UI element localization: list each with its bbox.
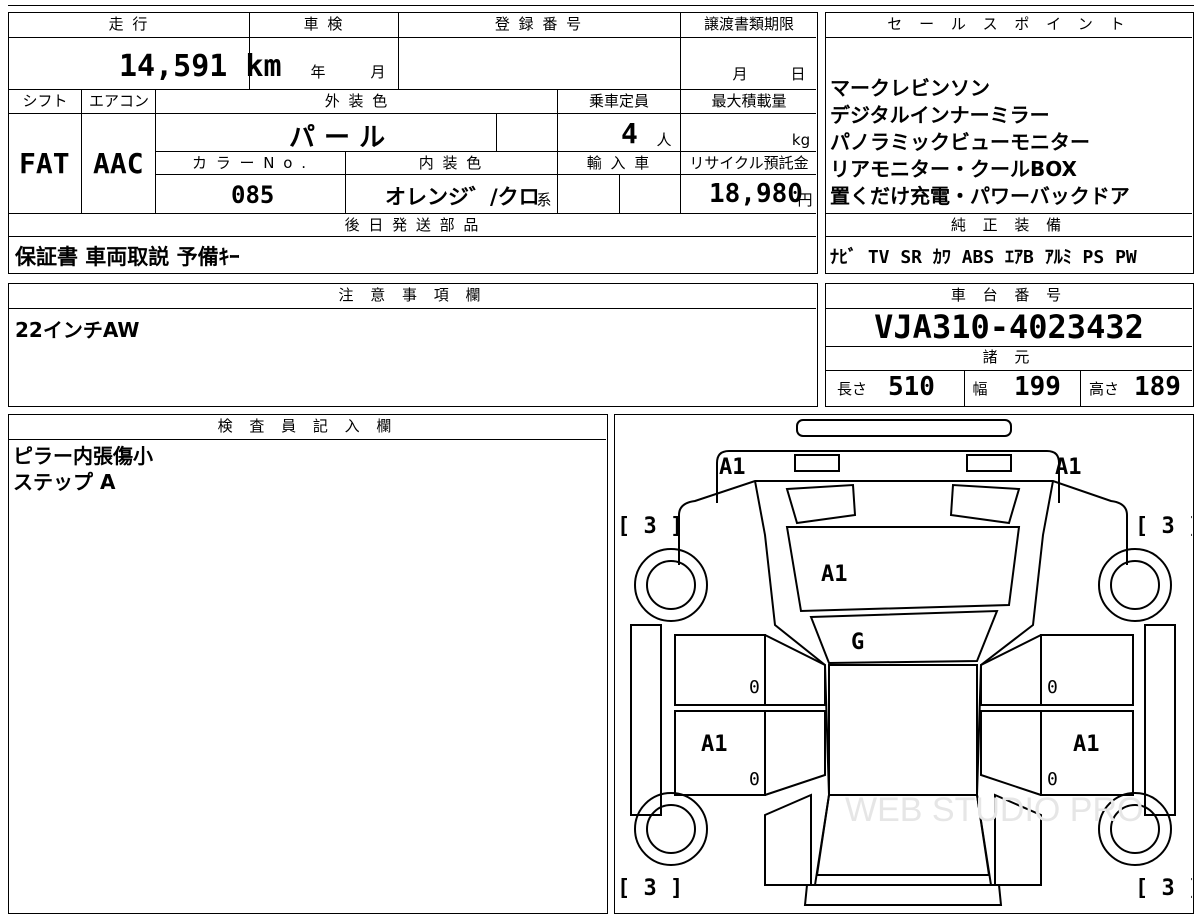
inspector-note-item: ステップ A [13,470,116,494]
recycle-value: 18,980 [709,179,803,209]
deadline-day: 日 [790,65,808,83]
bracket-top-right: [ 3 ] [1135,514,1192,539]
inspector-note-item: ピラー内張傷小 [13,444,153,468]
door-front-left-mark: 0 [749,677,760,698]
exterior-color-header: 外 装 色 [324,92,390,110]
capacity-unit: 人 [656,131,674,149]
door-front-right-mark: 0 [1047,677,1058,698]
notes-value: 22インチAW [15,318,140,342]
sales-point-item: パノラミックビューモニター [830,130,1090,154]
width-value: 199 [1014,372,1061,402]
sales-points-box: セ ー ル ス ポ イ ン ト マークレビンソンデジタルインナーミラーパノラミッ… [825,12,1194,274]
sales-point-item: デジタルインナーミラー [830,103,1050,127]
notes-box: 注 意 事 項 欄 22インチAW [8,283,818,407]
color-no-header: カ ラ ー N o . [191,154,308,172]
sales-point-item: 置くだけ充電・パワーバックドア [830,184,1130,208]
exterior-color-value: パ ー ル [289,123,386,153]
inspection-header: 車 検 [303,15,345,33]
front-right-mark: A1 [1055,455,1082,480]
windshield-mark: G [851,630,864,655]
max-load-header: 最大積載量 [711,92,787,110]
inspection-year: 年 [310,63,328,81]
width-label: 幅 [972,380,988,398]
interior-suffix: 系 [536,191,552,209]
inspector-box: 検 査 員 記 入 欄 ピラー内張傷小 ステップ A [8,414,608,914]
chassis-box: 車 台 番 号 VJA310-4023432 諸 元 長さ 510 幅 199 … [825,283,1194,407]
sales-point-item: リアモニター・クールBOX [830,157,1077,181]
sales-points-list: マークレビンソンデジタルインナーミラーパノラミックビューモニター リアモニター・ク… [830,75,1190,210]
inspector-notes: ピラー内張傷小 ステップ A [13,443,153,495]
color-no-value: 085 [231,181,275,209]
registration-header: 登 録 番 号 [494,15,584,33]
length-label: 長さ [836,380,867,398]
front-left-mark: A1 [719,455,746,480]
chassis-value: VJA310-4023432 [874,308,1144,346]
aircon-header: エアコン [88,92,149,110]
height-value: 189 [1134,372,1181,402]
sales-points-header: セ ー ル ス ポ イ ン ト [887,15,1131,33]
top-strip [8,0,1194,6]
height-label: 高さ [1088,380,1119,398]
inspection-month: 月 [370,63,388,81]
door-rear-right-label: A1 [1073,732,1100,757]
deadline-header: 譲渡書類期限 [703,15,794,33]
bracket-bottom-left: [ 3 ] [617,876,683,901]
interior-color-header: 内 装 色 [418,154,484,172]
genuine-equipment-header: 純 正 装 備 [950,216,1068,234]
notes-header: 注 意 事 項 欄 [338,286,487,304]
main-info-table: 走 行 車 検 登 録 番 号 譲渡書類期限 14,591 km 年 月 月 日… [8,12,818,274]
inspector-header: 検 査 員 記 入 欄 [217,417,398,435]
car-diagram-box: A1 A1 [ 3 ] [ 3 ] [ 3 ] [ 3 ] A1 G 0 0 A… [614,414,1194,914]
mileage-value: 14,591 km [119,49,282,84]
aircon-value: AAC [93,147,144,180]
capacity-value: 4 [621,117,638,150]
door-rear-right-mark: 0 [1047,769,1058,790]
shift-header: シフト [22,92,68,110]
bracket-top-left: [ 3 ] [617,514,683,539]
length-value: 510 [888,372,935,402]
genuine-equipment-value: ﾅﾋﾞ TV SR ｶﾜ ABS ｴｱB ｱﾙﾐ PS PW [830,247,1137,268]
shift-value: FAT [19,147,70,180]
door-rear-left-label: A1 [701,732,728,757]
specs-header: 諸 元 [982,348,1036,366]
sales-point-item: マークレビンソン [830,76,990,100]
capacity-header: 乗車定員 [588,92,649,110]
mileage-header: 走 行 [108,15,150,33]
hood-mark: A1 [821,562,848,587]
import-header: 輸 入 車 [586,154,652,172]
car-diagram: A1 A1 [ 3 ] [ 3 ] [ 3 ] [ 3 ] A1 G 0 0 A… [617,419,1192,906]
later-shipping-header: 後 日 発 送 部 品 [344,216,481,234]
recycle-unit: 円 [797,191,813,209]
bracket-bottom-right: [ 3 ] [1135,876,1192,901]
chassis-header: 車 台 番 号 [950,286,1068,304]
load-unit: kg [791,131,811,149]
interior-color-value: オレンジ゛/クロ [385,185,540,209]
door-rear-left-mark: 0 [749,769,760,790]
watermark: WEB STUDIO PRO [845,791,1143,829]
recycle-header: リサイクル預託金 [689,154,809,172]
deadline-month: 月 [732,65,750,83]
later-shipping-value: 保証書 車両取説 予備ｷｰ [15,245,240,269]
